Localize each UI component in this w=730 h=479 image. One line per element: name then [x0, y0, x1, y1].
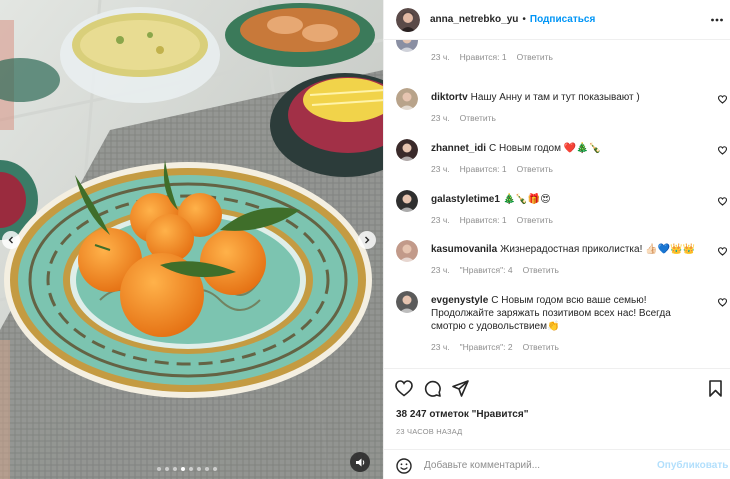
post-header: anna_netrebko_yu • Подписаться	[384, 0, 730, 40]
comments-list[interactable]: del 2021 😍😍😍😍 23 ч. Нравится: 1 Ответить dik…	[384, 40, 730, 368]
comment-item: del 2021 😍😍😍😍 23 ч. Нравится: 1 Ответить	[384, 40, 730, 90]
comment-time[interactable]: 23 ч.	[431, 342, 450, 352]
carousel-dot	[205, 467, 209, 471]
publish-button[interactable]: Опубликовать	[657, 460, 728, 471]
comment-meta: 23 ч. "Нравится": 2 Ответить	[431, 342, 559, 352]
author-username[interactable]: anna_netrebko_yu	[430, 14, 518, 25]
chevron-left-icon	[8, 236, 13, 244]
carousel-dot	[189, 467, 193, 471]
like-heart-icon[interactable]	[395, 380, 413, 397]
emoji-picker-icon[interactable]	[396, 458, 412, 474]
reply-button[interactable]: Ответить	[517, 52, 553, 62]
comment-like-heart-icon[interactable]	[717, 298, 728, 310]
food-photo	[0, 0, 383, 479]
comment-likes[interactable]: Нравится: 1	[460, 164, 507, 174]
post-actions: 38 247 отметок "Нравится" 23 часов назад…	[384, 368, 730, 479]
avatar[interactable]	[396, 291, 418, 313]
comment-icon[interactable]	[424, 380, 441, 397]
comment-like-heart-icon[interactable]	[717, 247, 728, 259]
comment-likes[interactable]: "Нравится": 4	[460, 265, 513, 275]
sound-toggle-button[interactable]	[350, 452, 370, 472]
avatar[interactable]	[396, 190, 418, 212]
post-timestamp[interactable]: 23 часов назад	[396, 427, 462, 436]
avatar[interactable]	[396, 139, 418, 161]
comment-text: Нашу Анну и там и тут показывают )	[470, 92, 640, 103]
carousel-prev-button[interactable]	[2, 231, 20, 249]
carousel-dot	[173, 467, 177, 471]
carousel-next-button[interactable]	[358, 231, 376, 249]
comment-item: evgenystyle С Новым годом всю ваше семью!…	[384, 291, 730, 352]
comment-time[interactable]: 23 ч.	[431, 164, 450, 174]
comment-body: diktortv Нашу Анну и там и тут показывают…	[431, 91, 703, 104]
likes-count[interactable]: 38 247 отметок "Нравится"	[396, 409, 528, 420]
comment-time[interactable]: 23 ч.	[431, 215, 450, 225]
comment-text: 🎄🍾🎁😍	[502, 194, 551, 205]
avatar[interactable]	[396, 240, 418, 262]
post-panel: anna_netrebko_yu • Подписаться del 2021 …	[383, 0, 730, 479]
comment-username[interactable]: evgenystyle	[431, 295, 488, 306]
comment-meta: 23 ч. Нравится: 1 Ответить	[431, 215, 553, 225]
comment-like-heart-icon[interactable]	[717, 95, 728, 107]
chevron-right-icon	[365, 236, 370, 244]
avatar[interactable]	[396, 88, 418, 110]
comment-meta: 23 ч. Нравится: 1 Ответить	[431, 164, 553, 174]
comment-time[interactable]: 23 ч.	[431, 265, 450, 275]
comment-meta: 23 ч. Ответить	[431, 113, 496, 123]
reply-button[interactable]: Ответить	[523, 342, 559, 352]
carousel-dot	[197, 467, 201, 471]
comment-likes[interactable]: "Нравится": 2	[460, 342, 513, 352]
comment-like-heart-icon[interactable]	[717, 197, 728, 209]
comment-text: С Новым годом ❤️🎄🍾	[489, 143, 602, 154]
post-media[interactable]	[0, 0, 383, 479]
comment-like-heart-icon[interactable]	[717, 146, 728, 158]
comment-username[interactable]: galastyletime1	[431, 194, 500, 205]
comment-likes[interactable]: Нравится: 1	[460, 215, 507, 225]
avatar[interactable]	[396, 7, 420, 32]
comment-username[interactable]: zhannet_idi	[431, 143, 486, 154]
more-options-icon[interactable]	[710, 13, 724, 27]
reply-button[interactable]: Ответить	[460, 113, 496, 123]
header-separator: •	[522, 14, 526, 25]
bookmark-icon[interactable]	[709, 380, 722, 397]
avatar[interactable]	[396, 40, 418, 52]
carousel-dot	[165, 467, 169, 471]
comment-text: Жизнерадостная приколистка! 👍🏻💙👑👑	[500, 244, 695, 255]
comment-likes[interactable]: Нравится: 1	[460, 52, 507, 62]
comment-time[interactable]: 23 ч.	[431, 113, 450, 123]
comment-body: zhannet_idi С Новым годом ❤️🎄🍾	[431, 142, 703, 155]
carousel-dot	[181, 467, 185, 471]
speaker-icon	[355, 458, 364, 466]
comment-body: kasumovanila Жизнерадостная приколистка! …	[431, 243, 703, 256]
comment-input[interactable]	[424, 457, 644, 474]
comment-body: galastyletime1 🎄🍾🎁😍	[431, 193, 703, 206]
carousel-dot	[213, 467, 217, 471]
reply-button[interactable]: Ответить	[517, 215, 553, 225]
comment-meta: 23 ч. Нравится: 1 Ответить	[431, 52, 553, 62]
reply-button[interactable]: Ответить	[517, 164, 553, 174]
comment-time[interactable]: 23 ч.	[431, 52, 450, 62]
comment-composer: Опубликовать	[384, 449, 730, 479]
carousel-dot	[157, 467, 161, 471]
comment-username[interactable]: diktortv	[431, 92, 468, 103]
carousel-dots	[157, 467, 217, 471]
comment-username[interactable]: kasumovanila	[431, 244, 497, 255]
share-send-icon[interactable]	[452, 380, 469, 397]
reply-button[interactable]: Ответить	[523, 265, 559, 275]
follow-button[interactable]: Подписаться	[530, 14, 595, 25]
comment-body: del 2021 😍😍😍😍	[431, 40, 703, 41]
comment-meta: 23 ч. "Нравится": 4 Ответить	[431, 265, 559, 275]
comment-body: evgenystyle С Новым годом всю ваше семью!…	[431, 294, 703, 333]
